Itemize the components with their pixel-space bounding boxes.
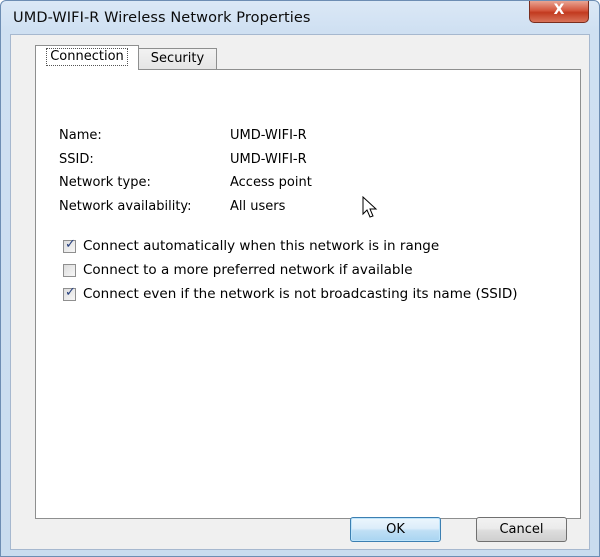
connection-tab-panel: Name: UMD-WIFI-R SSID: UMD-WIFI-R Networ… xyxy=(35,69,581,519)
network-availability-value: All users xyxy=(230,199,286,214)
auto-connect-option[interactable]: ✓ Connect automatically when this networ… xyxy=(63,237,523,256)
cancel-button[interactable]: Cancel xyxy=(476,517,567,542)
close-button[interactable]: X xyxy=(529,1,589,23)
hidden-ssid-label[interactable]: Connect even if the network is not broad… xyxy=(83,286,518,302)
window-title: UMD-WIFI-R Wireless Network Properties xyxy=(13,10,311,26)
hidden-ssid-option[interactable]: ✓ Connect even if the network is not bro… xyxy=(63,285,563,304)
network-availability-label: Network availability: xyxy=(59,199,192,214)
checkmark-icon: ✓ xyxy=(65,285,76,300)
preferred-network-checkbox[interactable] xyxy=(63,264,76,277)
ok-button[interactable]: OK xyxy=(350,517,441,542)
preferred-network-option[interactable]: Connect to a more preferred network if a… xyxy=(63,262,493,280)
tab-security-label: Security xyxy=(150,51,205,66)
mouse-pointer-icon xyxy=(362,195,378,224)
title-bar[interactable]: UMD-WIFI-R Wireless Network Properties X xyxy=(1,1,599,35)
ssid-label: SSID: xyxy=(59,152,94,167)
hidden-ssid-checkbox[interactable]: ✓ xyxy=(63,285,76,301)
network-type-label: Network type: xyxy=(59,175,151,190)
window-bottom-border xyxy=(1,550,599,556)
name-value: UMD-WIFI-R xyxy=(230,128,307,143)
close-icon: X xyxy=(553,2,565,18)
dialog-window: UMD-WIFI-R Wireless Network Properties X… xyxy=(0,0,600,557)
tab-connection[interactable]: Connection xyxy=(35,45,139,70)
preferred-network-label[interactable]: Connect to a more preferred network if a… xyxy=(83,262,413,278)
name-label: Name: xyxy=(59,128,102,143)
auto-connect-label[interactable]: Connect automatically when this network … xyxy=(83,238,439,254)
dialog-client-area: Connection Security Name: UMD-WIFI-R SSI… xyxy=(10,34,590,550)
auto-connect-checkbox[interactable]: ✓ xyxy=(63,237,76,253)
checkmark-icon: ✓ xyxy=(65,237,76,252)
tab-security[interactable]: Security xyxy=(138,48,217,70)
tab-connection-label: Connection xyxy=(46,48,128,66)
ssid-value: UMD-WIFI-R xyxy=(230,152,307,167)
network-type-value: Access point xyxy=(230,175,312,190)
